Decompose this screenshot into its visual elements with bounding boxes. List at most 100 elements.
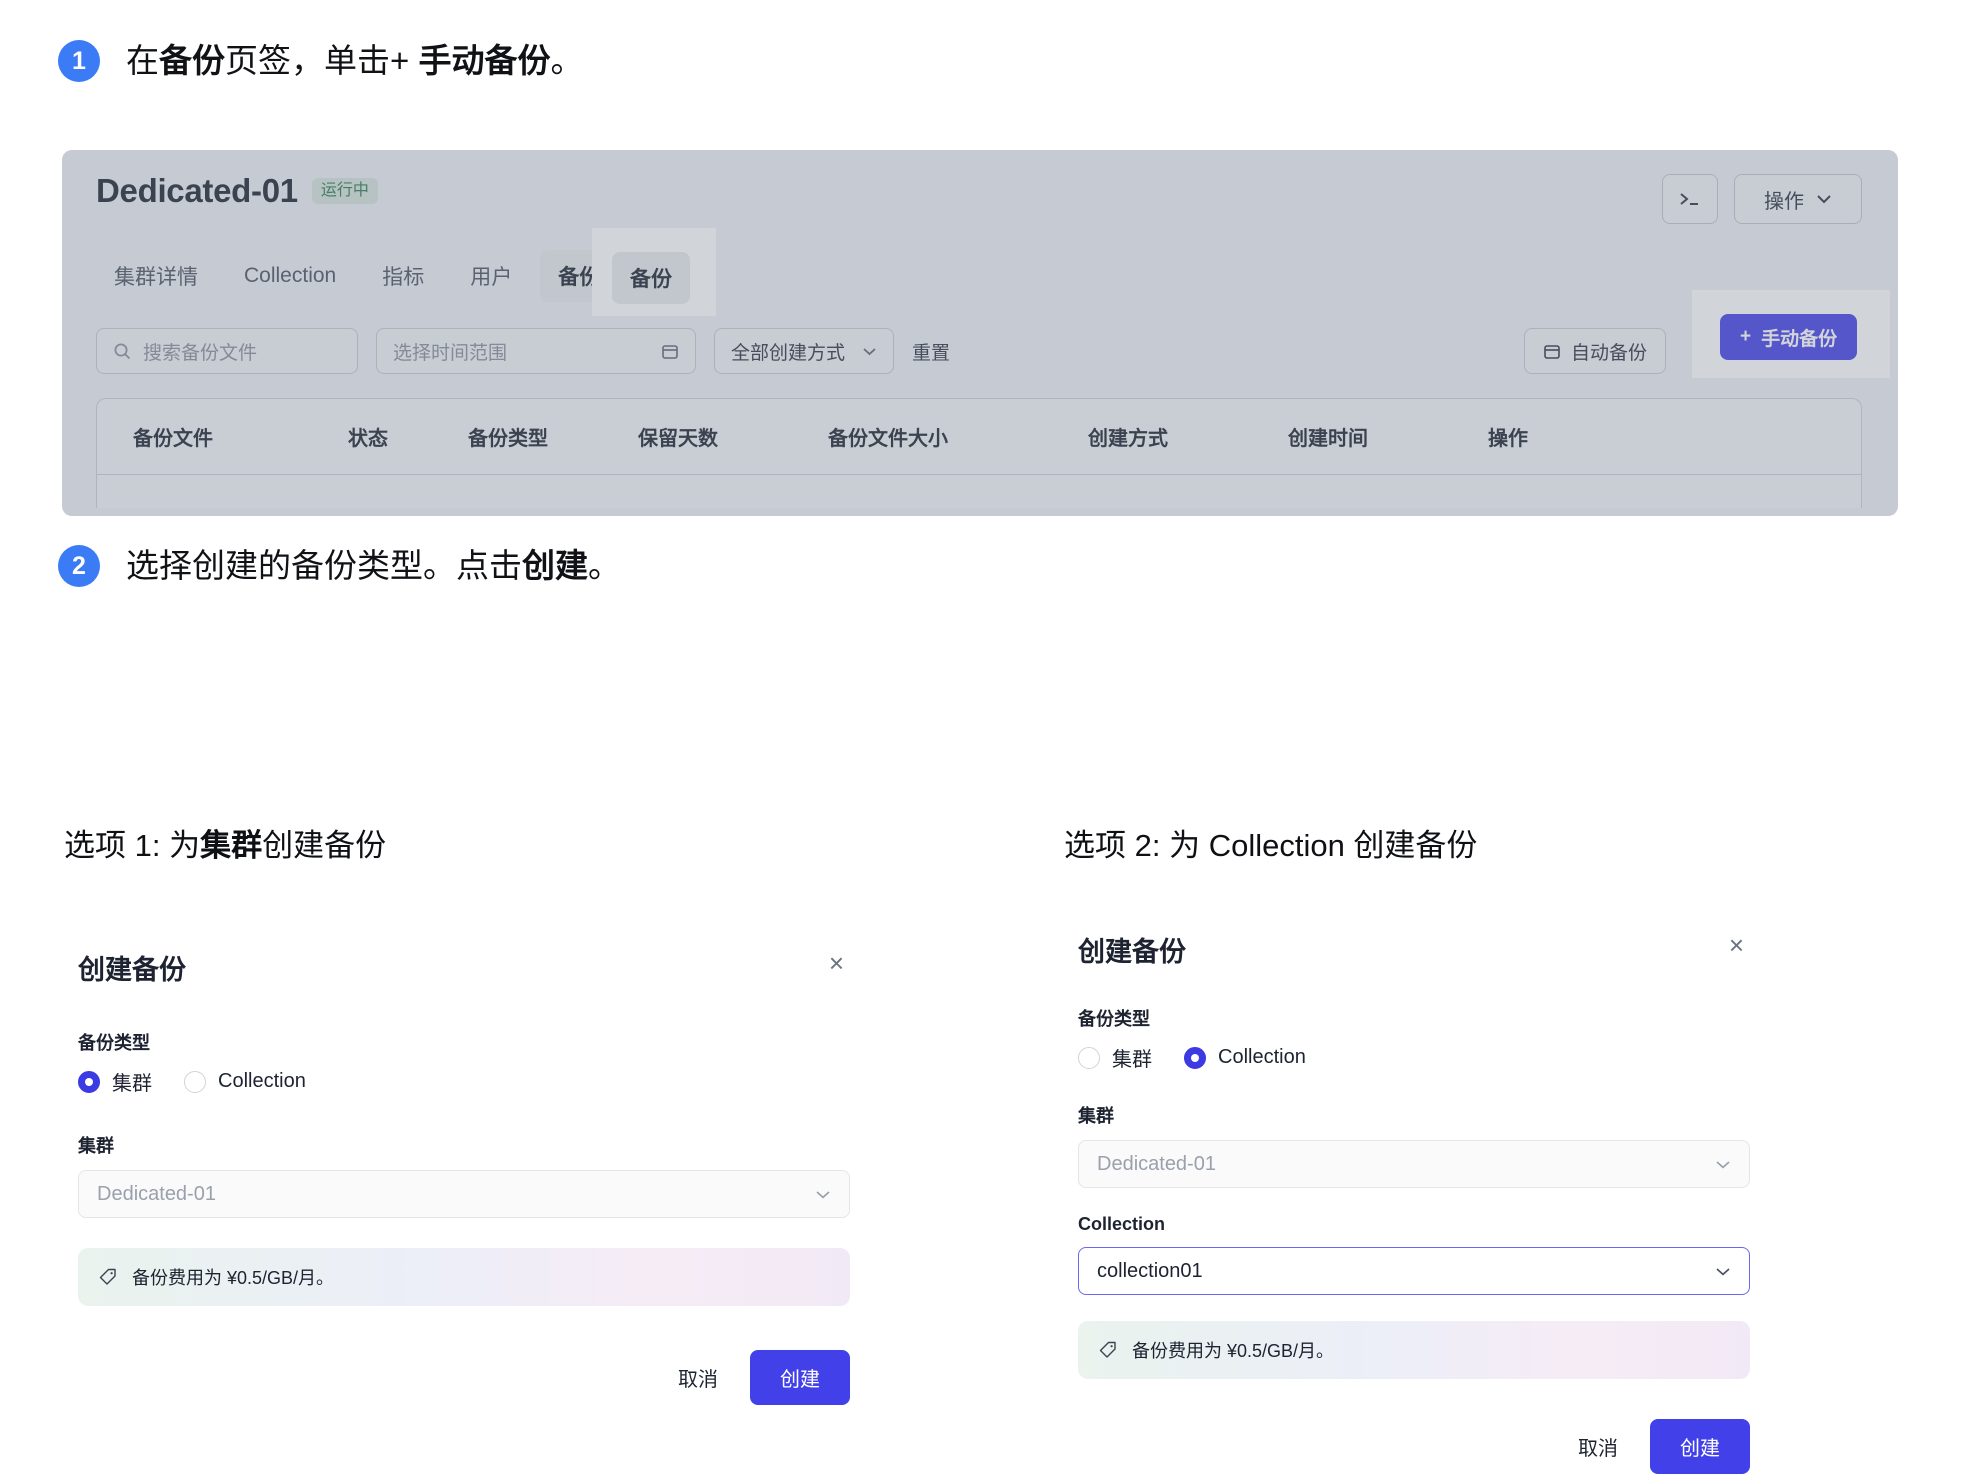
chevron-down-icon	[862, 347, 877, 356]
reset-button[interactable]: 重置	[912, 338, 950, 365]
column-header-create-time: 创建时间	[1288, 428, 1368, 450]
dialog-right-title-row: 创建备份 ×	[1078, 930, 1750, 969]
collection-select[interactable]: collection01	[1078, 1247, 1750, 1295]
auto-backup-button[interactable]: 自动备份	[1523, 328, 1666, 374]
radio-dot-icon	[184, 1070, 206, 1093]
tab-metrics[interactable]: 指标	[364, 250, 442, 302]
backup-type-radio-group: 集群 Collection	[1078, 1043, 1750, 1072]
status-badge: 运行中	[311, 178, 378, 204]
calendar-icon	[661, 342, 679, 360]
step-1-badge: 1	[58, 40, 100, 83]
create-button[interactable]: 创建	[1650, 1419, 1750, 1474]
close-icon[interactable]: ×	[823, 948, 850, 978]
radio-cluster[interactable]: 集群	[78, 1067, 152, 1096]
step-2-suffix: 。	[588, 547, 621, 584]
column-header-retention: 保留天数	[638, 428, 718, 450]
dialog-right-footer: 取消 创建	[1078, 1419, 1750, 1474]
page-title: Dedicated-01	[96, 172, 298, 209]
radio-dot-selected-icon	[1184, 1046, 1206, 1069]
chevron-down-icon	[815, 1190, 831, 1199]
cluster-select-value: Dedicated-01	[1097, 1152, 1216, 1175]
tag-icon	[98, 1267, 118, 1287]
step-2-badge: 2	[58, 545, 100, 588]
manual-backup-button[interactable]: + 手动备份	[1720, 314, 1858, 360]
option-2-heading: 选项 2: 为 Collection 创建备份	[1064, 828, 1478, 863]
collection-select-value: collection01	[1097, 1259, 1203, 1282]
manual-backup-highlight-wrap: + 手动备份	[1720, 314, 1858, 360]
auto-backup-label: 自动备份	[1570, 342, 1647, 364]
radio-cluster[interactable]: 集群	[1078, 1043, 1152, 1072]
radio-collection[interactable]: Collection	[184, 1070, 306, 1093]
close-icon[interactable]: ×	[1723, 930, 1750, 960]
tab-cluster-detail[interactable]: 集群详情	[96, 250, 216, 302]
cluster-select[interactable]: Dedicated-01	[1078, 1140, 1750, 1188]
column-header-size: 备份文件大小	[828, 428, 948, 450]
dialog-left-title-row: 创建备份 ×	[78, 948, 850, 987]
create-method-filter[interactable]: 全部创建方式	[714, 328, 894, 374]
table-header-row: 备份文件 状态 备份类型 保留天数 备份文件大小 创建方式 创建时间 操作	[97, 399, 1861, 475]
radio-cluster-label: 集群	[1112, 1049, 1152, 1071]
dialog-title: 创建备份	[78, 955, 186, 985]
column-header-type: 备份类型	[468, 428, 548, 450]
create-button[interactable]: 创建	[750, 1350, 850, 1405]
step-2-text: 选择创建的备份类型。点击创建。	[126, 545, 621, 588]
cluster-title-row: Dedicated-01 运行中	[96, 172, 1860, 210]
backup-type-field: 备份类型 集群 Collection	[78, 1029, 850, 1096]
empty-state-row: 无记录	[97, 475, 1861, 508]
radio-dot-icon	[1078, 1046, 1100, 1069]
radio-collection-label: Collection	[218, 1070, 306, 1092]
option-1-heading: 选项 1: 为集群创建备份	[64, 820, 386, 865]
radio-collection-label: Collection	[1218, 1046, 1306, 1068]
backup-type-field: 备份类型 集群 Collection	[1078, 1005, 1750, 1072]
manual-backup-label: 手动备份	[1761, 328, 1838, 350]
cancel-button[interactable]: 取消	[1574, 1426, 1622, 1467]
tab-backup-highlighted[interactable]: 备份	[612, 252, 690, 304]
terminal-icon[interactable]	[1662, 174, 1718, 224]
guide-page: 1 在备份页签，单击+ 手动备份。 Dedicated-01 运行中 操作 集群…	[0, 0, 1962, 1482]
cluster-field: 集群 Dedicated-01	[78, 1132, 850, 1218]
step-1-row: 1 在备份页签，单击+ 手动备份。	[58, 40, 583, 83]
step-2-bold-create: 创建	[522, 547, 588, 584]
tab-users[interactable]: 用户	[452, 250, 530, 302]
search-icon	[113, 342, 131, 360]
header-actions: 操作	[1662, 174, 1862, 224]
backup-type-radio-group: 集群 Collection	[78, 1067, 850, 1096]
radio-cluster-label: 集群	[112, 1073, 152, 1095]
create-method-filter-label: 全部创建方式	[731, 342, 846, 364]
cluster-field-label: 集群	[78, 1136, 114, 1156]
tab-bar: 集群详情 Collection 指标 用户 备份	[96, 250, 619, 302]
tab-collection[interactable]: Collection	[226, 253, 354, 299]
backup-toolbar: 搜索备份文件 选择时间范围 全部创建方式 重置 自动备份	[96, 328, 1862, 374]
cancel-button[interactable]: 取消	[674, 1357, 722, 1398]
cluster-field-label: 集群	[1078, 1106, 1114, 1126]
step-1-text: 在备份页签，单击+ 手动备份。	[126, 40, 583, 83]
search-input[interactable]: 搜索备份文件	[96, 328, 358, 374]
step-2-row: 2 选择创建的备份类型。点击创建。	[58, 545, 621, 588]
tag-icon	[1098, 1340, 1118, 1360]
column-header-status: 状态	[348, 428, 388, 450]
backup-type-label: 备份类型	[78, 1033, 150, 1053]
cluster-field: 集群 Dedicated-01	[1078, 1102, 1750, 1188]
chevron-down-icon	[1715, 1160, 1731, 1169]
cluster-select-value: Dedicated-01	[97, 1182, 216, 1205]
step-1-mid: 页签，单击+	[225, 42, 419, 79]
action-menu-button[interactable]: 操作	[1734, 174, 1862, 224]
column-header-create-method: 创建方式	[1088, 428, 1168, 450]
option-1-prefix: 选项 1: 为	[64, 828, 201, 863]
column-header-actions: 操作	[1488, 428, 1528, 450]
plus-icon: +	[1740, 326, 1752, 347]
backup-type-label: 备份类型	[1078, 1009, 1150, 1029]
step-1-prefix: 在	[126, 42, 159, 79]
dialog-left-footer: 取消 创建	[78, 1350, 850, 1405]
action-menu-label: 操作	[1764, 190, 1804, 213]
step-1-bold-backup: 备份	[159, 42, 225, 79]
step-1-bold-manual: 手动备份	[418, 42, 551, 79]
cluster-header: Dedicated-01 运行中	[62, 150, 1898, 210]
cluster-select[interactable]: Dedicated-01	[78, 1170, 850, 1218]
dialog-title: 创建备份	[1078, 937, 1186, 967]
date-range-input[interactable]: 选择时间范围	[376, 328, 696, 374]
cost-notice-text: 备份费用为 ¥0.5/GB/月。	[1132, 1341, 1335, 1361]
search-placeholder: 搜索备份文件	[143, 342, 258, 364]
create-backup-dialog-cluster: 创建备份 × 备份类型 集群 Collection 集群 Dedicated-0…	[78, 948, 850, 1405]
radio-collection[interactable]: Collection	[1184, 1046, 1306, 1069]
